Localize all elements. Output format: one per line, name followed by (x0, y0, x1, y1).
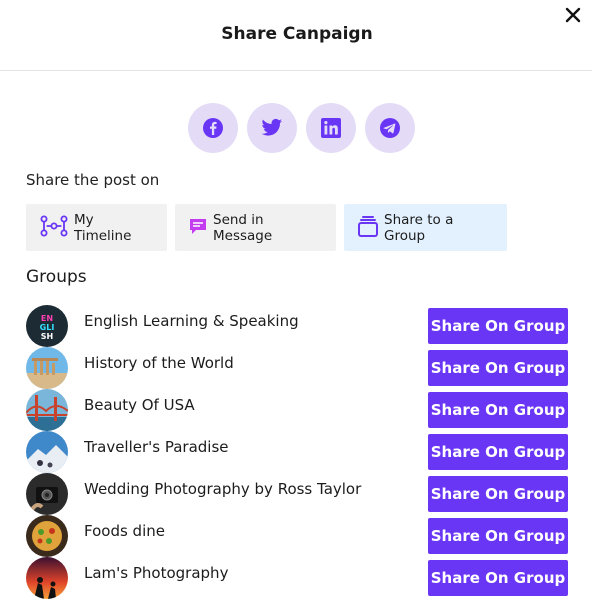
share-modal: Share Canpaign Share the post on My Time… (0, 0, 596, 613)
linkedin-icon[interactable] (306, 103, 356, 153)
group-name: Wedding Photography by Ross Taylor (84, 480, 362, 498)
social-share-row (188, 103, 415, 153)
group-stack-icon (358, 215, 378, 241)
group-name: Lam's Photography (84, 564, 229, 582)
message-icon (189, 217, 207, 239)
group-name: Traveller's Paradise (84, 438, 229, 456)
list-item: Traveller's Paradise Share On Group (26, 431, 568, 473)
group-name: Foods dine (84, 522, 165, 540)
facebook-icon[interactable] (188, 103, 238, 153)
telegram-icon[interactable] (365, 103, 415, 153)
groups-list: EN GLI SH English Learning & Speaking Sh… (26, 305, 568, 599)
svg-text:SH: SH (41, 332, 53, 341)
timeline-icon (40, 215, 68, 241)
avatar (26, 473, 68, 515)
close-icon[interactable] (562, 4, 584, 26)
group-name: Beauty Of USA (84, 396, 195, 414)
list-item: History of the World Share On Group (26, 347, 568, 389)
svg-text:EN: EN (41, 314, 53, 323)
send-in-message-label: Send in Message (213, 211, 273, 244)
modal-header: Share Canpaign (0, 0, 592, 71)
avatar (26, 389, 68, 431)
share-on-group-button[interactable]: Share On Group (428, 308, 568, 344)
groups-heading: Groups (26, 267, 87, 287)
share-to-group-label: Share to a Group (384, 211, 454, 244)
modal-title: Share Canpaign (221, 24, 373, 44)
my-timeline-button[interactable]: My Timeline (26, 204, 167, 251)
twitter-icon[interactable] (247, 103, 297, 153)
share-on-group-button[interactable]: Share On Group (428, 434, 568, 470)
share-on-group-button[interactable]: Share On Group (428, 392, 568, 428)
list-item: Beauty Of USA Share On Group (26, 389, 568, 431)
share-to-group-button[interactable]: Share to a Group (344, 204, 507, 251)
list-item: Wedding Photography by Ross Taylor Share… (26, 473, 568, 515)
list-item: Foods dine Share On Group (26, 515, 568, 557)
send-in-message-button[interactable]: Send in Message (175, 204, 336, 251)
avatar (26, 515, 68, 557)
share-on-group-button[interactable]: Share On Group (428, 560, 568, 596)
svg-text:GLI: GLI (40, 323, 55, 332)
list-item: EN GLI SH English Learning & Speaking Sh… (26, 305, 568, 347)
avatar (26, 557, 68, 599)
share-options: My Timeline Send in Message Share to a G… (26, 204, 507, 251)
share-on-group-button[interactable]: Share On Group (428, 350, 568, 386)
share-on-group-button[interactable]: Share On Group (428, 476, 568, 512)
group-name: History of the World (84, 354, 234, 372)
avatar: EN GLI SH (26, 305, 68, 347)
share-post-label: Share the post on (26, 171, 160, 189)
avatar (26, 431, 68, 473)
share-on-group-button[interactable]: Share On Group (428, 518, 568, 554)
avatar (26, 347, 68, 389)
list-item: Lam's Photography Share On Group (26, 557, 568, 599)
group-name: English Learning & Speaking (84, 312, 299, 330)
my-timeline-label: My Timeline (74, 211, 132, 244)
